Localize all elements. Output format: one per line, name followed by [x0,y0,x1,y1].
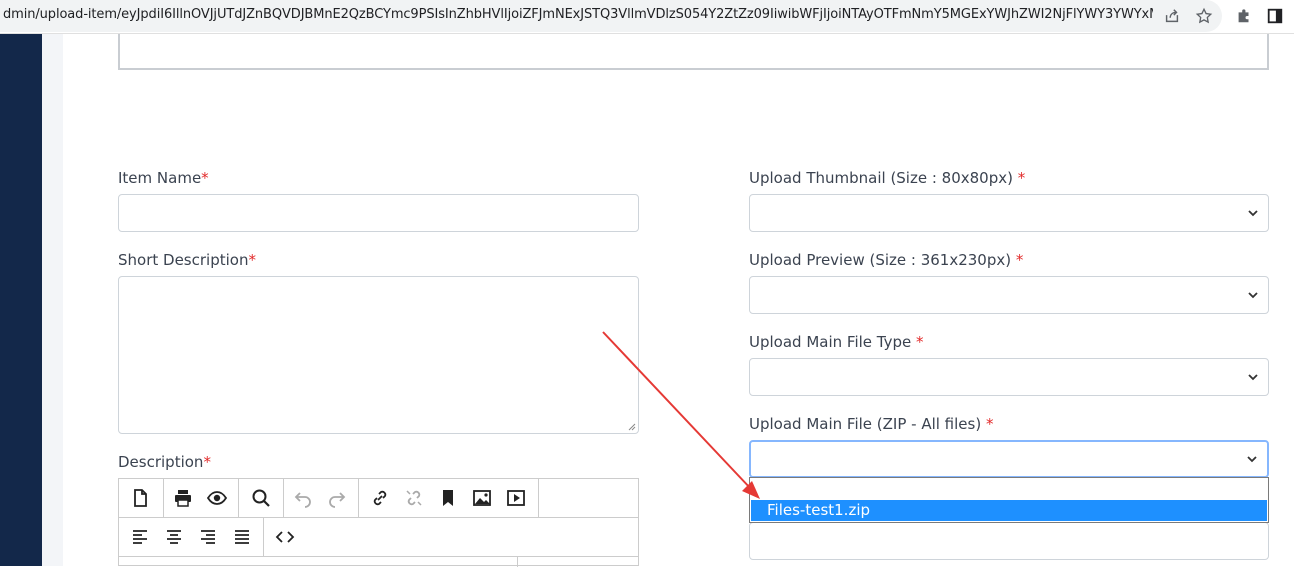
align-right-icon[interactable] [196,526,220,548]
bookmark-anchor-icon[interactable] [436,487,460,509]
redo-icon[interactable] [325,487,349,509]
toolbar-row-2 [119,518,638,557]
insert-image-icon[interactable] [470,487,494,509]
item-name-label: Item Name* [118,169,209,187]
search-icon[interactable] [249,487,273,509]
description-label: Description* [118,453,211,471]
preview-eye-icon[interactable] [205,487,229,509]
url-text: dmin/upload-item/eyJpdiI6IllnOVJjUTdJZnB… [3,7,1153,22]
chevron-down-icon [1248,292,1258,299]
link-icon[interactable] [368,487,392,509]
extensions-puzzle-icon[interactable] [1234,6,1254,26]
share-icon[interactable] [1162,6,1182,26]
short-description-label: Short Description* [118,251,256,269]
editor-toolbar [118,478,639,567]
required-mark: * [985,415,994,433]
main-file-label: Upload Main File (ZIP - All files) * [749,415,994,433]
preview-select[interactable] [749,276,1269,314]
resize-grip-icon[interactable] [628,423,636,431]
required-mark: * [203,453,211,471]
preview-label: Upload Preview (Size : 361x230px) * [749,251,1024,269]
chevron-down-icon [1247,456,1257,463]
insert-media-icon[interactable] [504,487,528,509]
toolbar-row-1 [119,479,638,518]
align-left-icon[interactable] [128,526,152,548]
main-file-type-label: Upload Main File Type * [749,333,924,351]
chevron-down-icon [1248,210,1258,217]
thumbnail-select[interactable] [749,194,1269,232]
address-bar[interactable]: dmin/upload-item/eyJpdiI6IllnOVJjUTdJZnB… [0,0,1222,32]
new-document-icon[interactable] [128,487,152,509]
required-mark: * [916,333,924,351]
chevron-down-icon [1248,374,1258,381]
thumbnail-label: Upload Thumbnail (Size : 80x80px) * [749,169,1026,187]
previous-field-box[interactable] [118,34,1269,70]
required-mark: * [1017,169,1026,187]
next-field-input[interactable] [749,522,1269,560]
content-gutter [42,34,63,566]
dropdown-option-selected[interactable]: Files-test1.zip [751,500,1267,521]
align-justify-icon[interactable] [230,526,254,548]
align-center-icon[interactable] [162,526,186,548]
required-mark: * [1015,251,1024,269]
unlink-icon[interactable] [402,487,426,509]
bookmark-star-icon[interactable] [1194,6,1214,26]
short-description-textarea[interactable] [118,276,639,434]
main-file-dropdown-list: Files-test1.zip [749,477,1269,523]
source-code-icon[interactable] [273,526,297,548]
item-name-input[interactable] [118,194,639,232]
required-mark: * [201,169,209,187]
main-file-type-select[interactable] [749,358,1269,396]
print-icon[interactable] [171,487,195,509]
side-panel-icon[interactable] [1265,6,1285,26]
main-file-select[interactable] [749,440,1269,478]
undo-icon[interactable] [291,487,315,509]
browser-toolbar: dmin/upload-item/eyJpdiI6IllnOVJjUTdJZnB… [0,0,1294,34]
required-mark: * [248,251,256,269]
sidebar [0,34,42,566]
